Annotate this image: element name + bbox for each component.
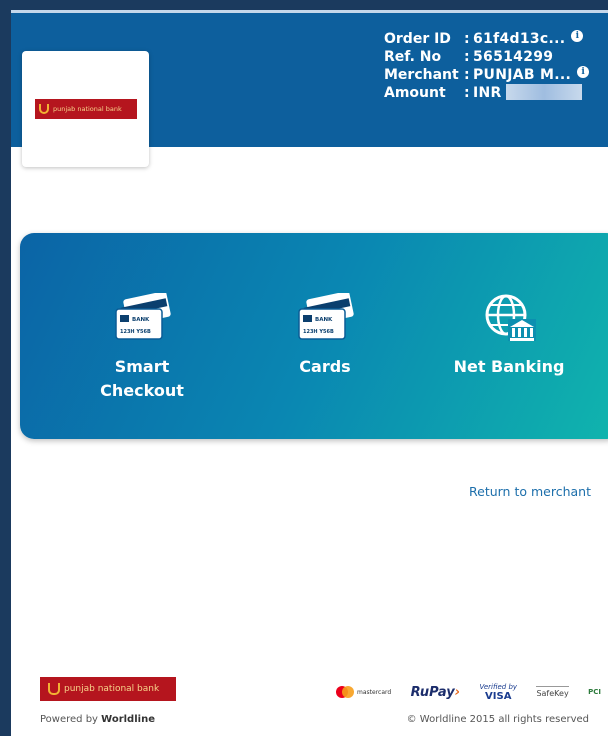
card-number-text: 123H Y56B (303, 329, 334, 335)
powered-prefix: Powered by (40, 714, 98, 725)
ref-no-row: Ref. No : 56514299 (384, 48, 589, 66)
globe-bank-icon (485, 294, 536, 341)
merchant-info-icon[interactable]: i (577, 66, 590, 78)
smart-checkout-option[interactable]: BANK 123H Y56B Smart Checkout (67, 293, 217, 403)
cards-label: Cards (299, 357, 351, 376)
amount-masked-value (505, 84, 582, 100)
smart-checkout-label-1: Smart (114, 357, 170, 376)
separator: : (464, 31, 470, 47)
vbv-top-text: Verified by (479, 683, 518, 691)
smart-checkout-label-2: Checkout (100, 381, 184, 400)
powered-brand: Worldline (101, 714, 155, 725)
amount-currency: INR (473, 85, 502, 101)
merchant-value: PUNJAB M... (473, 67, 572, 83)
cards-option[interactable]: BANK 123H Y56B Cards (250, 293, 400, 379)
rupay-logo: RuPay › (411, 685, 460, 700)
pci-dss-logo: PCI (588, 688, 601, 696)
pnb-emblem-icon (39, 104, 49, 114)
mastercard-text: mastercard (357, 688, 392, 696)
mastercard-logo: mastercard (336, 686, 391, 698)
amount-label: Amount (384, 85, 446, 101)
bank-card-icon: BANK 123H Y56B (298, 293, 354, 340)
bank-card-icon: BANK 123H Y56B (115, 293, 171, 340)
pnb-logo-text: punjab national bank (53, 105, 122, 113)
order-id-label: Order ID (384, 31, 451, 47)
rupay-text: RuPay (410, 684, 455, 700)
separator: : (464, 67, 470, 83)
card-bank-text: BANK (315, 317, 333, 323)
payment-brand-logos: mastercard RuPay › Verified by VISA Safe… (336, 677, 601, 707)
card-number-text: 123H Y56B (120, 329, 151, 335)
mastercard-circles-icon (336, 686, 354, 698)
net-banking-label: Net Banking (453, 357, 565, 376)
pci-text: PCI (588, 688, 601, 696)
net-banking-option[interactable]: Net Banking (434, 293, 584, 379)
safekey-text: SafeKey (536, 689, 569, 698)
payment-page: Order ID : 61f4d13c... i Ref. No : 56514… (11, 10, 608, 736)
verified-by-visa-logo: Verified by VISA (479, 683, 518, 702)
amount-row: Amount : INR (384, 84, 589, 102)
ref-no-label: Ref. No (384, 49, 442, 65)
pnb-emblem-icon (48, 683, 60, 695)
return-to-merchant-link[interactable]: Return to merchant (469, 484, 591, 499)
merchant-logo-card: punjab national bank (22, 51, 149, 167)
rupay-chevron: › (454, 684, 461, 700)
payment-modes-panel: BANK 123H Y56B Smart Checkout BANK 123H … (20, 233, 608, 439)
ref-no-value: 56514299 (473, 49, 554, 65)
footer-pnb-logo: punjab national bank (40, 677, 176, 701)
order-id-row: Order ID : 61f4d13c... i (384, 30, 589, 48)
safekey-logo: SafeKey (536, 686, 569, 698)
card-bank-text: BANK (132, 317, 150, 323)
vbv-visa-text: VISA (485, 691, 512, 702)
separator: : (464, 85, 470, 101)
order-summary: Order ID : 61f4d13c... i Ref. No : 56514… (384, 30, 590, 102)
merchant-label: Merchant (384, 67, 459, 83)
footer-logo-text: punjab national bank (64, 684, 160, 694)
copyright-text: © Worldline 2015 all rights reserved (406, 714, 589, 725)
pnb-logo: punjab national bank (35, 99, 137, 119)
separator: : (464, 49, 470, 65)
order-id-info-icon[interactable]: i (571, 30, 584, 42)
merchant-row: Merchant : PUNJAB M... i (384, 66, 590, 84)
powered-by-text: Powered by Worldline (40, 714, 155, 725)
order-id-value: 61f4d13c... (473, 31, 566, 47)
